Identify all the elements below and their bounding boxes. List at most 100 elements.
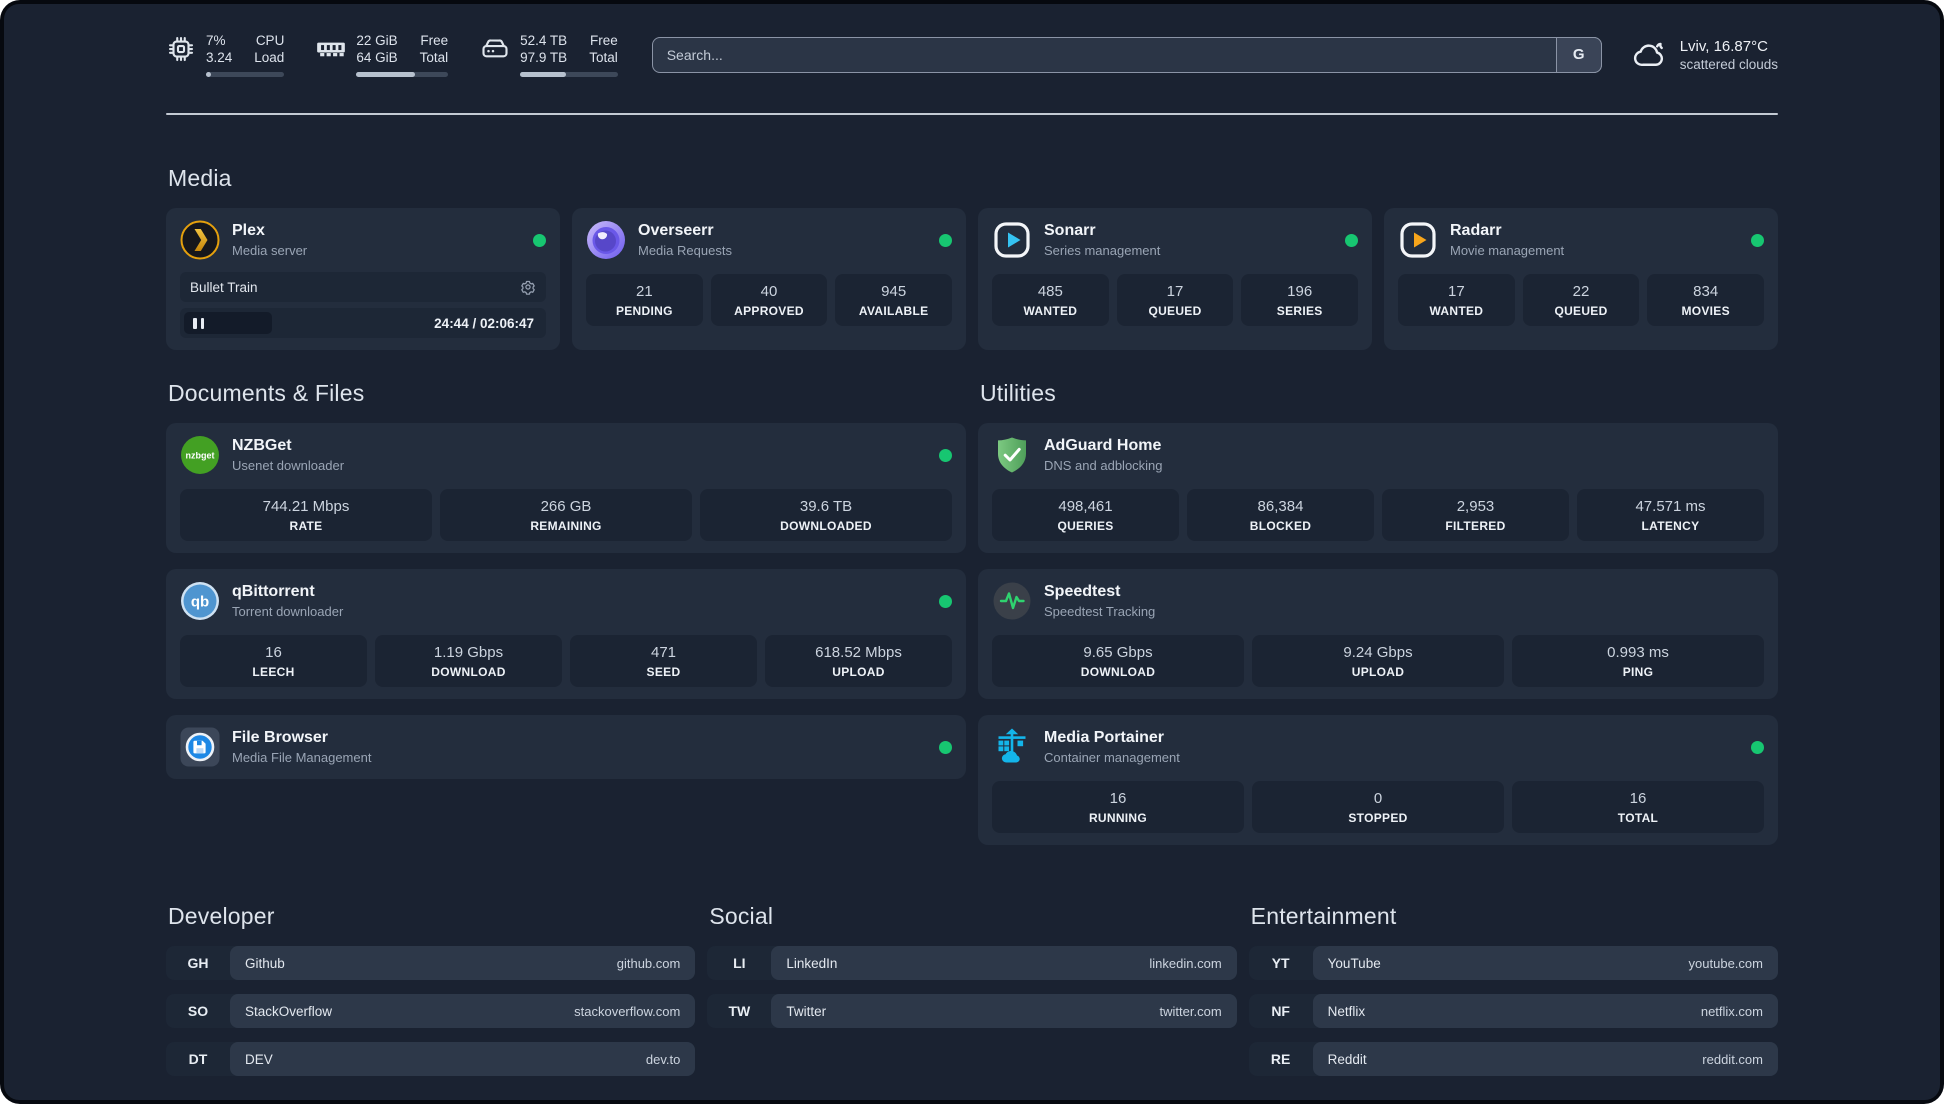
section-title: Media xyxy=(168,165,232,191)
bookmark-linkedin[interactable]: LI LinkedIn linkedin.com xyxy=(707,946,1237,980)
now-playing-title: Bullet Train xyxy=(190,279,258,295)
metric-label: Load xyxy=(254,50,285,65)
adguard-card[interactable]: AdGuard Home DNS and adblocking 498,461 QUE… xyxy=(978,423,1778,553)
app-title: NZBGet xyxy=(232,437,292,454)
nzbget-stat-downloaded: 39.6 TB DOWNLOADED xyxy=(700,489,952,541)
bookmark-body: LinkedIn linkedin.com xyxy=(771,946,1237,980)
stat-label: PENDING xyxy=(615,304,673,318)
filebrowser-card[interactable]: File Browser Media File Management xyxy=(166,715,966,779)
bookmark-dev[interactable]: DT DEV dev.to xyxy=(166,1042,696,1076)
metric-label: Total xyxy=(419,50,449,65)
section-media: Media Plex Media server Bullet Train 24:44 … xyxy=(166,165,1778,350)
overseerr-icon xyxy=(586,220,626,260)
stat-value: 0.993 ms xyxy=(1607,644,1669,661)
bookmark-url: netflix.com xyxy=(1700,1003,1763,1019)
app-subtitle: Container management xyxy=(1044,750,1180,765)
topbar: 7% 3.24 CPU Load 22 GiB 64 GiB Free Total 52.4 T… xyxy=(166,32,1778,77)
settings-gear-icon[interactable] xyxy=(520,279,536,295)
sonarr-card[interactable]: Sonarr Series management 485 WANTED 17 QUEUED… xyxy=(978,208,1372,350)
stat-value: 16 xyxy=(265,644,282,661)
search-engine-button[interactable]: G xyxy=(1555,36,1602,73)
bookmark-body: Reddit reddit.com xyxy=(1312,1042,1778,1076)
speedtest-stat-upload: 9.24 Gbps UPLOAD xyxy=(1252,635,1504,687)
cpu-metric: 7% 3.24 CPU Load xyxy=(166,32,285,77)
system-metrics: 7% 3.24 CPU Load 22 GiB 64 GiB Free Total 52.4 T… xyxy=(166,32,618,77)
bookmark-abbr: SO xyxy=(187,1003,209,1019)
memory-metric: 22 GiB 64 GiB Free Total xyxy=(316,32,449,77)
metric-value: 64 GiB xyxy=(356,50,398,65)
portainer-card[interactable]: Media Portainer Container management 16 RUN… xyxy=(978,715,1778,845)
app-subtitle: Movie management xyxy=(1450,243,1565,258)
nzbget-stat-rate: 744.21 Mbps RATE xyxy=(180,489,432,541)
stat-label: QUEUED xyxy=(1554,304,1608,318)
stat-value: 16 xyxy=(1109,790,1127,807)
speedtest-stat-download: 9.65 Gbps DOWNLOAD xyxy=(992,635,1244,687)
weather-widget: Lviv, 16.87°C scattered clouds xyxy=(1632,37,1778,73)
qbittorrent-stat-upload: 618.52 Mbps UPLOAD xyxy=(765,635,952,687)
stat-value: 1.19 Gbps xyxy=(433,644,504,661)
bookmark-twitter[interactable]: TW Twitter twitter.com xyxy=(707,994,1237,1028)
radarr-icon xyxy=(1398,220,1438,260)
stat-value: 196 xyxy=(1287,283,1313,300)
usage-progress-bar xyxy=(520,72,618,77)
bookmark-url: github.com xyxy=(616,955,681,971)
metric-label: Total xyxy=(589,50,618,65)
app-title: AdGuard Home xyxy=(1044,437,1162,454)
bookmark-group-social: Social LI LinkedIn linkedin.com TW Twitter twi… xyxy=(707,903,1237,1090)
section-title: Entertainment xyxy=(1250,903,1397,929)
qbittorrent-card[interactable]: qb qBittorrent Torrent downloader 16 LEECH 1.… xyxy=(166,569,966,699)
overseerr-stat-available: 945 AVAILABLE xyxy=(835,274,953,326)
stat-value: 16 xyxy=(1629,790,1647,807)
radarr-card[interactable]: Radarr Movie management 17 WANTED 22 QUEUED 83… xyxy=(1384,208,1778,350)
metric-label: Free xyxy=(420,33,449,48)
disk-icon xyxy=(480,34,510,64)
speedtest-icon xyxy=(992,581,1032,621)
stat-label: TOTAL xyxy=(1617,811,1659,825)
nzbget-stat-remaining: 266 GB REMAINING xyxy=(440,489,692,541)
stat-value: 17 xyxy=(1166,283,1184,300)
overseerr-card[interactable]: Overseerr Media Requests 21 PENDING 40 APPROV… xyxy=(572,208,966,350)
cpu-icon xyxy=(166,34,196,64)
stat-label: WANTED xyxy=(1429,304,1484,318)
metric-label: Free xyxy=(589,33,618,48)
online-status-dot xyxy=(939,233,952,247)
bookmark-abbr: LI xyxy=(733,955,746,971)
usage-progress-fill xyxy=(356,72,416,77)
nzbget-card[interactable]: nzbget NZBGet Usenet downloader 744.21 Mbps… xyxy=(166,423,966,553)
bookmark-url: stackoverflow.com xyxy=(574,1003,681,1019)
column-documents-files: Documents & Files nzbget NZBGet Usenet down… xyxy=(166,380,966,845)
bookmark-reddit[interactable]: RE Reddit reddit.com xyxy=(1248,1042,1778,1076)
search-input[interactable] xyxy=(651,36,1602,73)
online-status-dot xyxy=(1751,740,1764,754)
bookmark-name: StackOverflow xyxy=(245,1003,333,1019)
stat-label: STOPPED xyxy=(1348,811,1408,825)
bookmark-name: Github xyxy=(245,955,285,971)
stat-value: 21 xyxy=(635,283,653,300)
app-title: Media Portainer xyxy=(1044,729,1165,746)
online-status-dot xyxy=(939,594,952,608)
app-subtitle: Media server xyxy=(232,243,308,258)
bookmark-body: StackOverflow stackoverflow.com xyxy=(230,994,696,1028)
stat-value: 485 xyxy=(1037,283,1063,300)
plex-card[interactable]: Plex Media server Bullet Train 24:44 / 02:0… xyxy=(166,208,560,350)
stat-value: 744.21 Mbps xyxy=(262,498,350,515)
stat-value: 945 xyxy=(881,283,907,300)
bookmark-stackoverflow[interactable]: SO StackOverflow stackoverflow.com xyxy=(166,994,696,1028)
bookmark-body: Netflix netflix.com xyxy=(1312,994,1778,1028)
bookmark-youtube[interactable]: YT YouTube youtube.com xyxy=(1248,946,1778,980)
bookmark-name: Reddit xyxy=(1327,1051,1367,1067)
stat-value: 86,384 xyxy=(1257,498,1304,515)
speedtest-card[interactable]: Speedtest Speedtest Tracking 9.65 Gbps DOWN… xyxy=(978,569,1778,699)
stat-value: 498,461 xyxy=(1058,498,1113,515)
app-title: Plex xyxy=(232,222,265,239)
section-title: Documents & Files xyxy=(168,380,365,406)
sonarr-stat-queued: 17 QUEUED xyxy=(1116,274,1234,326)
bookmark-github[interactable]: GH Github github.com xyxy=(166,946,696,980)
bookmark-netflix[interactable]: NF Netflix netflix.com xyxy=(1248,994,1778,1028)
pause-button[interactable] xyxy=(184,312,272,334)
pause-icon xyxy=(200,317,204,329)
player-row: 24:44 / 02:06:47 xyxy=(180,308,546,338)
online-status-dot xyxy=(939,448,952,462)
bookmark-abbr: NF xyxy=(1271,1003,1290,1019)
radarr-stat-movies: 834 MOVIES xyxy=(1647,274,1765,326)
